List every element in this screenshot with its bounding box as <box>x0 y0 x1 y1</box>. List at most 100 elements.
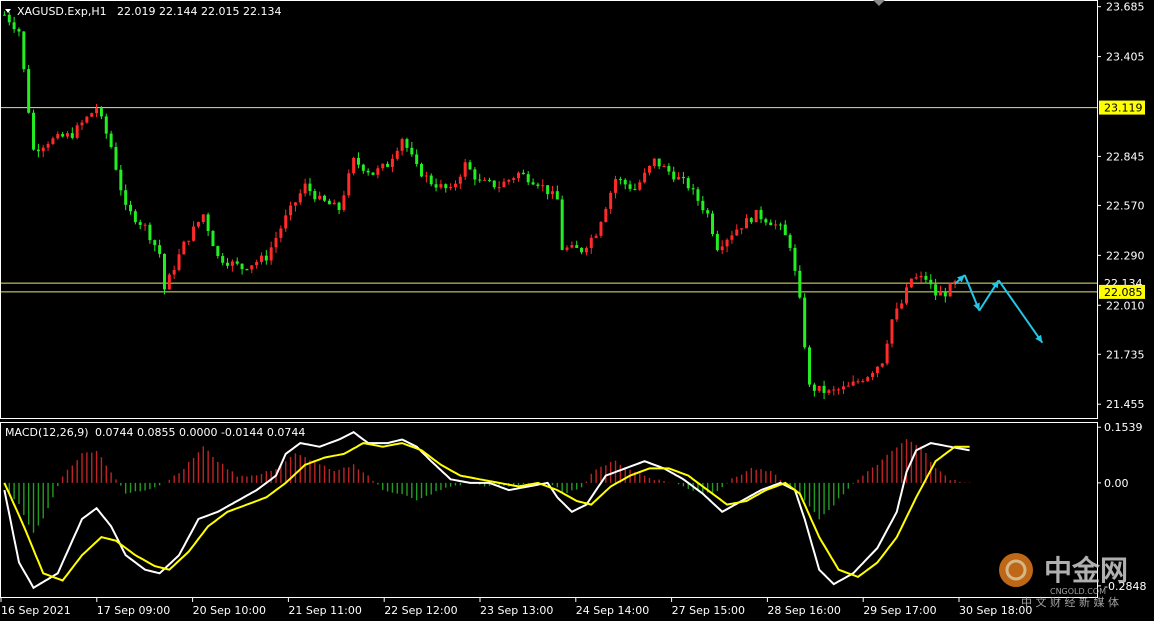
candle-body <box>192 226 196 241</box>
price-tick-label: 21.455 <box>1106 398 1145 411</box>
candle-body <box>279 228 283 238</box>
chart-background <box>0 0 1154 621</box>
candle-body <box>614 179 618 193</box>
price-label: 23.119 <box>1104 102 1143 115</box>
candle-body <box>22 31 26 70</box>
candle-body <box>167 274 171 290</box>
candle-body <box>623 179 627 185</box>
candle-body <box>662 165 666 167</box>
candle-body <box>720 246 724 251</box>
ohlc-values: 22.019 22.144 22.015 22.134 <box>117 5 281 18</box>
price-tick-label: 23.685 <box>1106 1 1145 14</box>
candle-body <box>778 224 782 226</box>
candle-body <box>313 191 317 200</box>
candle-body <box>129 204 133 212</box>
candle-body <box>395 150 399 159</box>
candle-body <box>618 179 622 181</box>
candle-body <box>817 385 821 391</box>
candle-body <box>148 224 152 241</box>
candle-body <box>255 261 259 266</box>
candle-body <box>221 256 225 263</box>
candle-body <box>875 366 879 373</box>
candle-body <box>109 133 113 148</box>
candle-body <box>356 157 360 165</box>
candle-body <box>308 183 312 192</box>
candle-body <box>677 176 681 180</box>
candle-body <box>250 265 254 270</box>
candle-body <box>41 147 45 152</box>
candle-body <box>541 185 545 187</box>
candle-body <box>948 284 952 297</box>
candle-body <box>861 381 865 383</box>
candle-body <box>827 390 831 393</box>
candle-body <box>410 147 414 155</box>
candle-body <box>70 133 74 138</box>
candle-body <box>444 184 448 189</box>
candle-body <box>769 222 773 226</box>
candle-body <box>502 181 506 188</box>
brand-name: 中金网 <box>1044 554 1128 587</box>
candle-body <box>206 214 210 232</box>
candle-body <box>405 139 409 148</box>
candle-body <box>749 218 753 223</box>
candle-body <box>61 134 65 137</box>
candle-body <box>512 178 516 180</box>
candle-body <box>730 235 734 240</box>
time-tick-label: 20 Sep 10:00 <box>193 604 266 617</box>
candle-body <box>914 277 918 279</box>
candle-body <box>104 116 108 134</box>
candle-body <box>667 165 671 172</box>
time-tick-label: 29 Sep 17:00 <box>863 604 936 617</box>
candle-body <box>711 213 715 235</box>
candle-body <box>158 245 162 254</box>
candle-body <box>269 247 273 261</box>
candle-body <box>812 384 816 391</box>
candle-body <box>846 385 850 387</box>
candle-body <box>478 179 482 181</box>
candle-body <box>628 184 632 189</box>
candle-body <box>783 224 787 236</box>
candle-body <box>526 174 530 183</box>
candle-body <box>633 188 637 190</box>
candle-body <box>652 158 656 166</box>
candle-body <box>36 149 40 152</box>
candle-body <box>420 164 424 177</box>
candle-body <box>162 253 166 290</box>
candle-body <box>735 229 739 236</box>
candle-body <box>27 69 31 113</box>
candle-body <box>740 228 744 230</box>
price-tick-label: 22.845 <box>1106 150 1145 163</box>
candle-body <box>196 221 200 227</box>
candle-body <box>594 235 598 238</box>
price-tick-label: 22.290 <box>1106 249 1145 262</box>
candle-body <box>226 262 230 266</box>
candle-body <box>381 163 385 169</box>
candle-body <box>172 270 176 275</box>
candle-body <box>774 224 778 226</box>
candle-body <box>754 209 758 223</box>
candle-body <box>99 108 103 117</box>
candle-body <box>943 291 947 297</box>
candle-body <box>332 202 336 205</box>
candle-body <box>453 183 457 188</box>
chart-canvas[interactable]: XAGUSD.Exp,H1 22.019 22.144 22.015 22.13… <box>0 0 1154 621</box>
candle-body <box>866 377 870 382</box>
candle-body <box>124 190 128 205</box>
candle-body <box>584 248 588 253</box>
candle-body <box>347 173 351 196</box>
candle-body <box>352 157 356 174</box>
candle-body <box>841 386 845 390</box>
candle-body <box>657 158 661 167</box>
candle-body <box>7 14 11 23</box>
candle-body <box>390 158 394 167</box>
candle-body <box>138 222 142 225</box>
candle-body <box>808 347 812 385</box>
candle-body <box>575 245 579 248</box>
candle-body <box>95 108 99 114</box>
candle-body <box>715 234 719 251</box>
candle-body <box>284 215 288 229</box>
candle-body <box>905 287 909 304</box>
time-tick-label: 21 Sep 11:00 <box>288 604 361 617</box>
candle-body <box>303 183 307 194</box>
candle-body <box>672 171 676 180</box>
